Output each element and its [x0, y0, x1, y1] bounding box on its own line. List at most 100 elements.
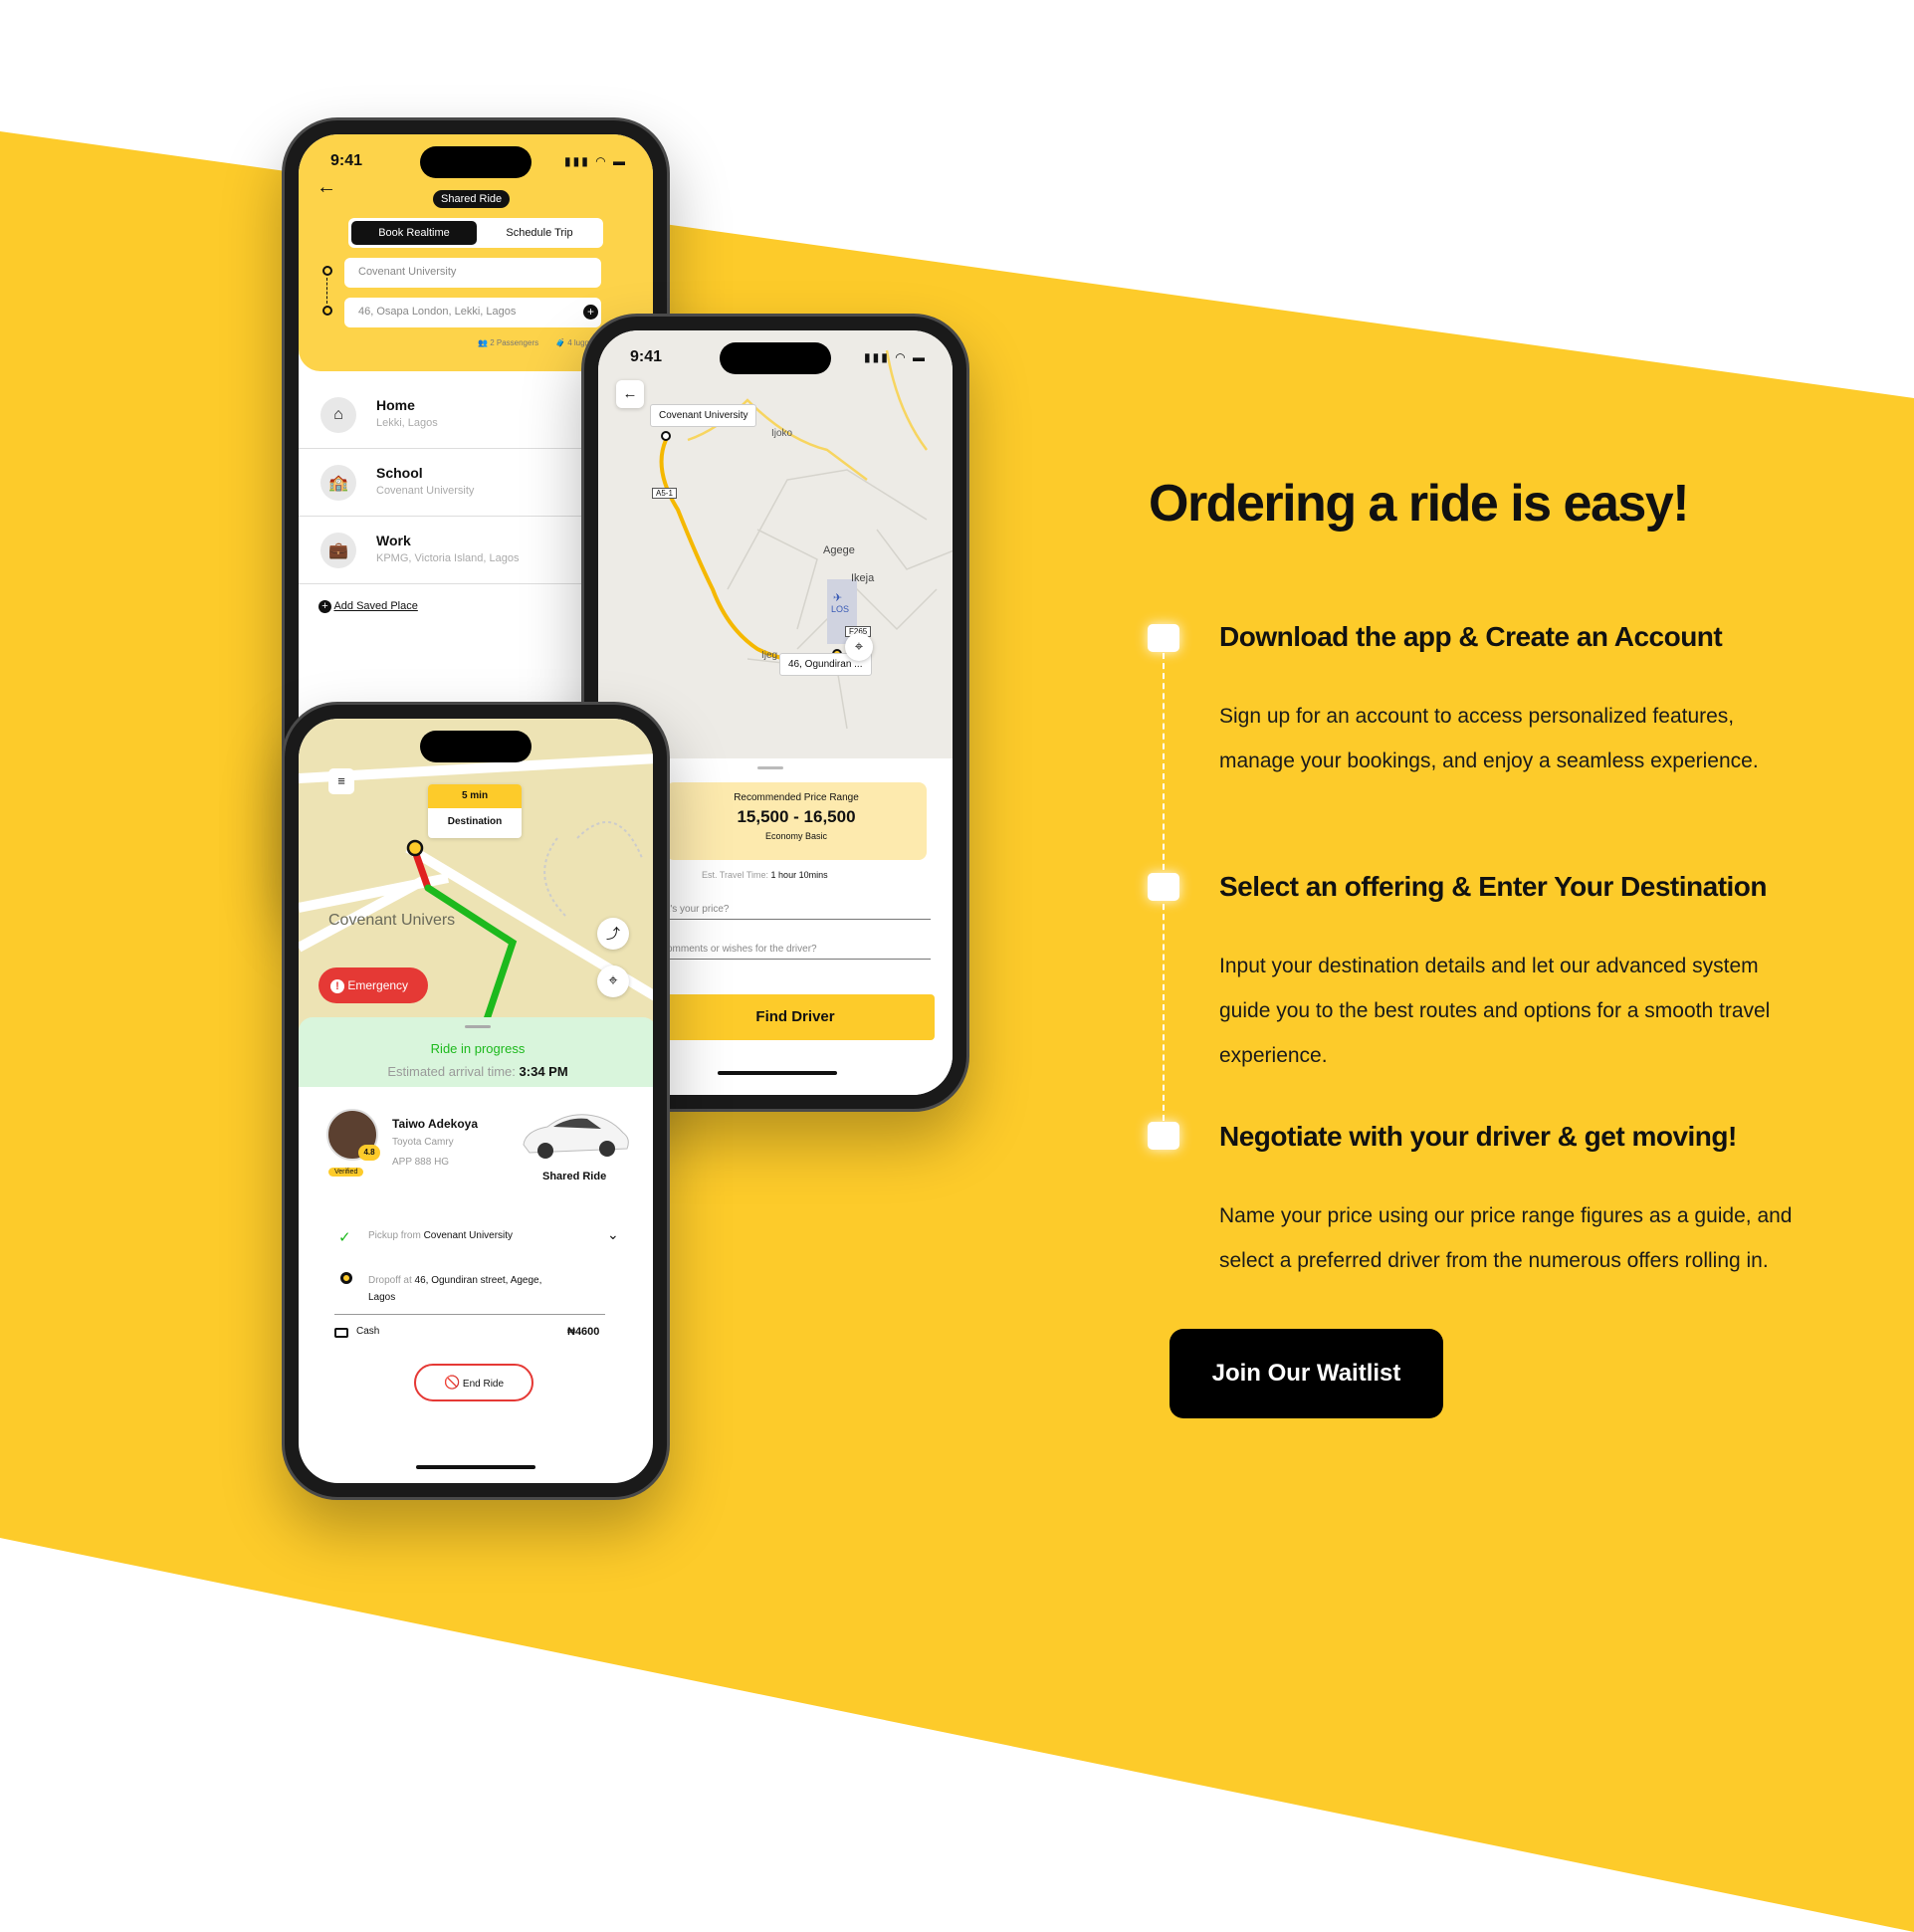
- driver-name: Taiwo Adekoya: [392, 1117, 479, 1131]
- place-sub: Covenant University: [376, 485, 475, 497]
- place-name: Home: [376, 397, 415, 413]
- rating-badge: 4.8: [358, 1145, 380, 1161]
- add-stop-icon[interactable]: +: [583, 305, 598, 320]
- divider: [334, 1314, 605, 1315]
- map-label-agege: Agege: [823, 544, 855, 556]
- find-driver-button[interactable]: Find Driver: [656, 994, 935, 1040]
- car-image: [523, 1114, 629, 1159]
- map-label-ikeja: Ikeja: [851, 572, 875, 584]
- phone-ride: ≡ 5 min Destination Covenant Univers ⤴ ⌖…: [282, 702, 670, 1500]
- school-icon: 🏫: [320, 465, 356, 501]
- origin-map-label: Covenant University: [650, 404, 757, 427]
- dropoff-input[interactable]: 46, Osapa London, Lekki, Lagos: [344, 298, 601, 327]
- passengers-count: 2 Passengers: [490, 338, 539, 347]
- map-label-ijoko: Ijoko: [771, 428, 793, 439]
- step-marker-3: [1148, 1122, 1179, 1150]
- price-range-card: Recommended Price Range 15,500 - 16,500 …: [666, 782, 927, 860]
- pickup-row: Pickup from Covenant University: [368, 1230, 513, 1241]
- map-label-ijeg: Ijeg: [761, 650, 778, 661]
- emergency-button[interactable]: ! Emergency: [319, 967, 428, 1003]
- home-indicator[interactable]: [416, 1465, 535, 1469]
- step-3-body: Name your price using our price range fi…: [1219, 1204, 1793, 1272]
- landing-page: 9:41 ▮▮▮ ◠ ▬ ← Shared Ride Book Realtime…: [0, 0, 1914, 1932]
- price-class: Economy Basic: [764, 831, 828, 841]
- pickup-dot-icon: [322, 266, 332, 276]
- share-icon: ⤴: [606, 926, 620, 942]
- driver-car: Toyota Camry: [392, 1137, 454, 1148]
- price-range-value: 15,500 - 16,500: [737, 807, 856, 826]
- status-time: 9:41: [330, 152, 363, 169]
- dynamic-island: [720, 342, 831, 374]
- add-saved-place-link[interactable]: + Add Saved Place: [319, 600, 418, 613]
- map-label-a51: A5-1: [652, 488, 677, 499]
- dynamic-island: [420, 146, 532, 178]
- back-arrow-icon: ←: [622, 385, 638, 402]
- ride-screen: ≡ 5 min Destination Covenant Univers ⤴ ⌖…: [299, 719, 653, 1483]
- tab-schedule-trip[interactable]: Schedule Trip: [478, 221, 601, 245]
- home-indicator[interactable]: [718, 1071, 837, 1075]
- route-connector: [326, 278, 327, 304]
- arrival-time: 3:34 PM: [519, 1064, 568, 1079]
- add-saved-place-label: Add Saved Place: [333, 600, 418, 612]
- price-input[interactable]: at's your price?: [662, 904, 931, 920]
- place-name: Work: [376, 533, 411, 548]
- join-waitlist-button[interactable]: Join Our Waitlist: [1170, 1329, 1443, 1418]
- status-icons: ▮▮▮ ◠ ▬: [564, 154, 627, 168]
- pickup-prefix: Pickup from: [368, 1230, 421, 1241]
- saved-place-school[interactable]: 🏫 School Covenant University: [299, 449, 587, 517]
- luggage-icon: 🧳: [555, 338, 568, 347]
- dropoff-prefix: Dropoff at: [368, 1275, 412, 1286]
- fare-amount: ₦4600: [567, 1326, 600, 1338]
- driver-rating: 4.8: [363, 1148, 375, 1157]
- locate-icon: ⌖: [608, 972, 618, 989]
- comments-input[interactable]: comments or wishes for the driver?: [662, 944, 931, 960]
- map-place-label: Covenant Univers: [328, 912, 456, 929]
- dropoff-dot-icon: [340, 1272, 352, 1284]
- locate-button[interactable]: ⌖: [597, 966, 629, 997]
- pickup-check-icon: ✓: [338, 1229, 351, 1246]
- destination-marker: [406, 839, 424, 857]
- verified-badge: Verified: [328, 1168, 364, 1177]
- chevron-down-icon[interactable]: ⌄: [607, 1226, 619, 1243]
- payment-method: Cash: [356, 1326, 380, 1337]
- add-circle-icon: +: [319, 600, 331, 613]
- back-arrow-icon[interactable]: ←: [317, 176, 336, 199]
- price-range-title: Recommended Price Range: [734, 792, 859, 803]
- step-marker-1: [1148, 624, 1179, 652]
- end-ride-label: End Ride: [462, 1379, 505, 1390]
- step-marker-2: [1148, 873, 1179, 901]
- map-back-button[interactable]: ←: [616, 380, 644, 408]
- status-icons: ▮▮▮ ◠ ▬: [864, 350, 927, 364]
- step-3-title: Negotiate with your driver & get moving!: [1219, 1121, 1737, 1152]
- saved-place-work[interactable]: 💼 Work KPMG, Victoria Island, Lagos: [299, 517, 587, 584]
- travel-time-value: 1 hour 10mins: [770, 870, 828, 880]
- dynamic-island: [420, 731, 532, 762]
- pickup-input[interactable]: Covenant University: [344, 258, 601, 288]
- passengers-icon: 👥: [478, 338, 491, 347]
- share-button[interactable]: ⤴: [597, 918, 629, 950]
- step-1-title: Download the app & Create an Account: [1219, 621, 1723, 652]
- map-background: [598, 330, 953, 758]
- dropoff-city: Lagos: [368, 1292, 396, 1303]
- saved-place-home[interactable]: ⌂ Home Lekki, Lagos: [299, 381, 587, 449]
- sheet-handle[interactable]: [465, 1025, 491, 1028]
- map-label-los: LOS: [831, 604, 850, 614]
- menu-icon[interactable]: ≡: [328, 768, 354, 794]
- airport-icon: ✈: [833, 592, 843, 604]
- travel-time: Est. Travel Time: 1 hour 10mins: [702, 870, 828, 880]
- route-start-marker: [661, 431, 671, 441]
- place-sub: Lekki, Lagos: [376, 417, 438, 429]
- passengers-info: 👥 2 Passengers: [478, 338, 538, 347]
- ride-type-label: Shared Ride: [542, 1171, 607, 1182]
- tab-book-realtime[interactable]: Book Realtime: [351, 221, 477, 245]
- end-ride-button[interactable]: 🚫 End Ride: [414, 1364, 533, 1401]
- briefcase-icon: 💼: [320, 533, 356, 568]
- ride-type-pill: Shared Ride: [433, 190, 511, 208]
- sheet-handle[interactable]: [757, 766, 783, 769]
- dropoff-row: Dropoff at 46, Ogundiran street, Agege, …: [368, 1272, 541, 1306]
- status-time: 9:41: [630, 348, 663, 365]
- pickup-place: Covenant University: [423, 1230, 514, 1241]
- locate-me-icon[interactable]: ⌖: [845, 633, 873, 661]
- booking-tabs: Book Realtime Schedule Trip: [348, 218, 603, 248]
- arrival-info: Estimated arrival time: 3:34 PM: [299, 1064, 653, 1079]
